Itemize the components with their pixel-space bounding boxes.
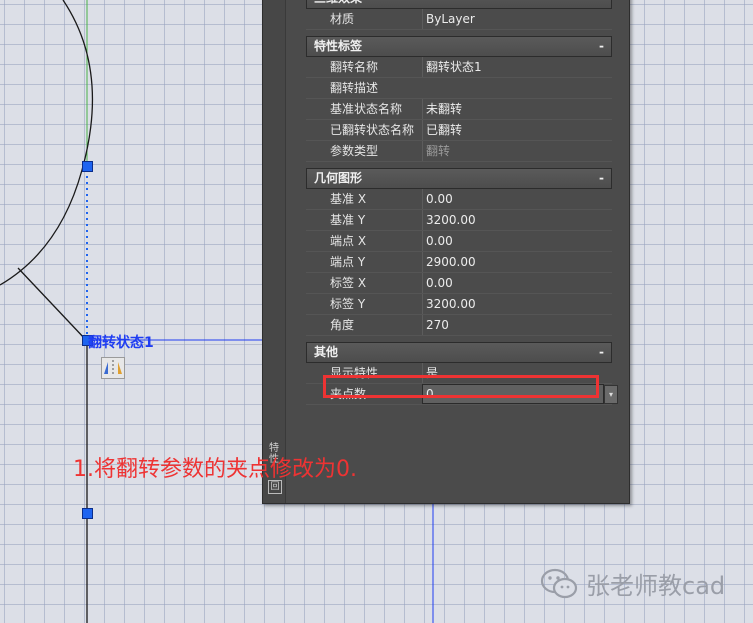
property-value[interactable]: 翻转状态1 <box>422 57 612 77</box>
property-value[interactable]: 0.00 <box>422 189 612 209</box>
property-row[interactable]: 端点 Y 2900.00 <box>306 252 612 273</box>
property-label: 材质 <box>330 12 355 26</box>
property-value[interactable]: 0.00 <box>422 231 612 251</box>
property-row[interactable]: 已翻转状态名称 已翻转 <box>306 120 612 141</box>
palette-title-strip[interactable]: 特性 回 <box>263 0 286 503</box>
property-label: 角度 <box>330 318 355 332</box>
property-row[interactable]: 角度 270 <box>306 315 612 336</box>
property-value[interactable]: 3200.00 <box>422 294 612 314</box>
section-header[interactable]: 几何图形 - <box>306 168 612 189</box>
property-label: 基准状态名称 <box>330 102 403 116</box>
collapse-icon[interactable]: - <box>599 169 604 188</box>
property-row[interactable]: 标签 Y 3200.00 <box>306 294 612 315</box>
section-header[interactable]: 其他 - <box>306 342 612 363</box>
property-value[interactable]: 翻转 <box>422 141 612 161</box>
property-label: 基准 Y <box>330 213 366 227</box>
grip-count-highlight <box>323 375 599 398</box>
property-value[interactable]: 未翻转 <box>422 99 612 119</box>
property-value[interactable]: 0.00 <box>422 273 612 293</box>
collapse-icon[interactable]: - <box>599 37 604 56</box>
section-header[interactable]: 三维效果 - <box>306 0 612 9</box>
property-label: 参数类型 <box>330 144 379 158</box>
property-row[interactable]: 标签 X 0.00 <box>306 273 612 294</box>
diagonal-line <box>17 267 87 341</box>
section-header[interactable]: 特性标签 - <box>306 36 612 57</box>
property-value[interactable]: 2900.00 <box>422 252 612 272</box>
grip-top[interactable] <box>82 161 93 172</box>
property-value[interactable]: ByLayer <box>422 9 612 29</box>
collapse-icon[interactable]: - <box>599 343 604 362</box>
dropdown-arrow-icon[interactable]: ▾ <box>604 385 618 404</box>
property-label: 端点 Y <box>330 255 366 269</box>
flip-parameter-label: 翻转状态1 <box>88 335 154 351</box>
properties-palette[interactable]: 特性 回 三维效果 - 材质 ByLayer 特性标签 - 翻转名称 翻转状态1 翻转描述基准状… <box>262 0 630 504</box>
flip-grip-icon[interactable] <box>101 357 125 379</box>
property-row[interactable]: 翻转描述 <box>306 78 612 99</box>
property-label: 翻转描述 <box>330 81 379 95</box>
property-label: 标签 Y <box>330 297 366 311</box>
watermark: 张老师教cad <box>540 566 725 601</box>
property-row[interactable]: 基准状态名称 未翻转 <box>306 99 612 120</box>
section-title: 几何图形 <box>314 171 363 185</box>
property-row[interactable]: 材质 ByLayer <box>306 9 612 30</box>
grip-bottom[interactable] <box>82 508 93 519</box>
watermark-text: 张老师教cad <box>586 572 726 600</box>
property-label: 标签 X <box>330 276 367 290</box>
property-row[interactable]: 端点 X 0.00 <box>306 231 612 252</box>
collapse-icon[interactable]: - <box>599 0 604 8</box>
property-label: 已翻转状态名称 <box>330 123 415 137</box>
property-label: 端点 X <box>330 234 367 248</box>
property-value[interactable]: 已翻转 <box>422 120 612 140</box>
property-row[interactable]: 基准 Y 3200.00 <box>306 210 612 231</box>
property-row[interactable]: 基准 X 0.00 <box>306 189 612 210</box>
arc-outline <box>0 0 94 286</box>
wechat-icon <box>540 568 578 598</box>
section-title: 特性标签 <box>314 39 363 53</box>
property-value[interactable]: 270 <box>422 315 612 335</box>
property-label: 基准 X <box>330 192 367 206</box>
property-row[interactable]: 参数类型 翻转 <box>306 141 612 162</box>
property-sections: 三维效果 - 材质 ByLayer 特性标签 - 翻转名称 翻转状态1 翻转描述基准状态名称 未翻… <box>306 0 618 405</box>
section-title: 其他 <box>314 345 339 359</box>
section-title: 三维效果 <box>314 0 362 5</box>
property-label: 翻转名称 <box>330 60 379 74</box>
instruction-text: 1.将翻转参数的夹点修改为0. <box>73 457 357 482</box>
property-value[interactable]: 3200.00 <box>422 210 612 230</box>
property-row[interactable]: 翻转名称 翻转状态1 <box>306 57 612 78</box>
